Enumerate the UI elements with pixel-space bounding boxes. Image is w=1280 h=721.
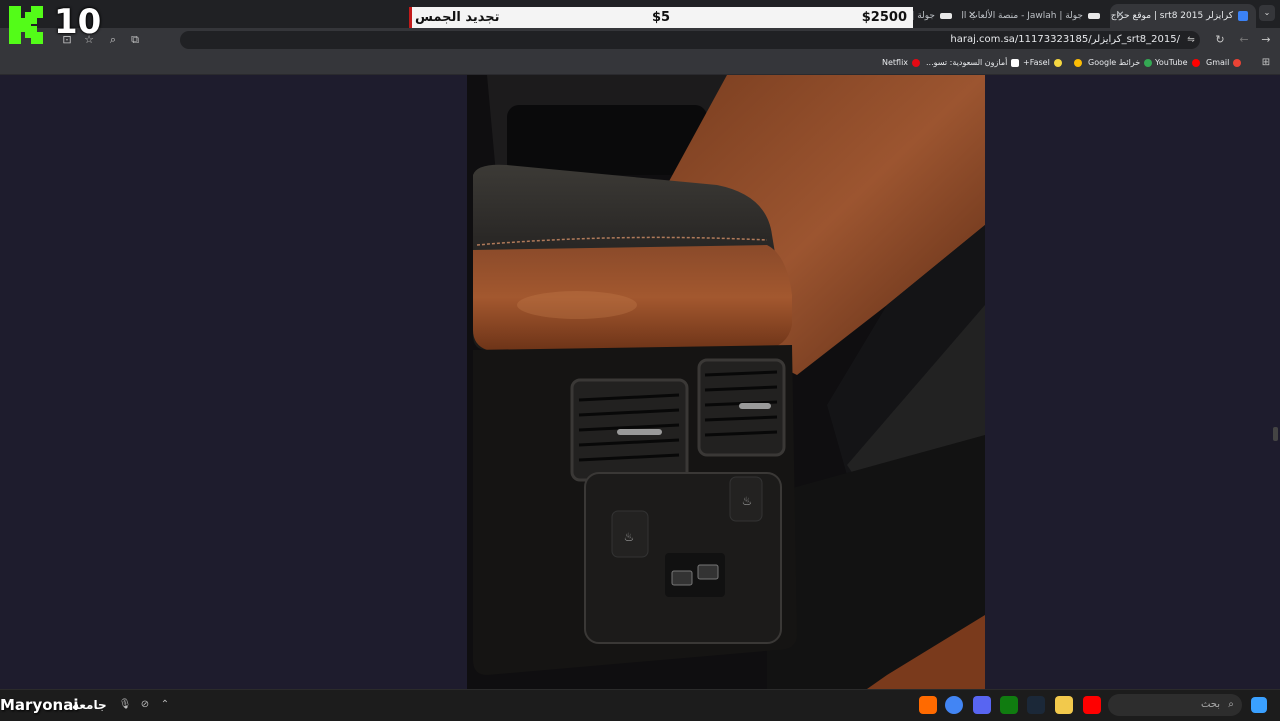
bookmark-chrome[interactable] [1070,56,1082,70]
install-app-icon[interactable]: ⧉ [128,33,142,47]
youtube-icon [1191,58,1200,67]
svg-text:♨: ♨ [624,530,635,544]
taskbar-search[interactable]: بحث ⌕ [1108,694,1242,716]
back-arrow-icon[interactable]: ← [1237,33,1251,47]
search-icon: ⌕ [1228,699,1234,710]
chrome-icon [1074,58,1082,67]
bookmark-amazon[interactable]: أمازون السعودية: تسو... [926,56,1020,70]
chrome-icon[interactable] [945,696,963,714]
apps-grid-icon[interactable]: ⊞ [1259,56,1273,70]
left-price: $2500 [861,10,907,25]
car-interior-illustration: ♨ ♨ [467,75,985,689]
jawlah-favicon-icon [1088,12,1100,19]
tray-expand-icon[interactable]: ⌃ [158,698,172,712]
jawlah-favicon-icon [940,12,952,19]
tab-jawlah[interactable]: جولة | Jawlah - منصة الألعاب ال... ✕ [962,4,1108,28]
zoom-icon[interactable]: ⌕ [106,33,120,47]
lightbulb-icon [1053,58,1062,67]
tab-list-button[interactable]: ⌄ [1259,5,1275,21]
bookmarks-bar: ⊞ Gmail YouTube خرائط Google Fasel+ أماز… [0,52,1280,75]
url-text: haraj.com.sa/11173323185/كرايزلر_srt8_20… [950,34,1180,45]
scrollbar[interactable] [1273,427,1278,441]
forward-arrow-icon[interactable]: → [1259,33,1273,47]
car-interior-photo[interactable]: ♨ ♨ [467,75,985,689]
tab-haraj[interactable]: كرايزلر srt8 2015 | موقع حراج ✕ [1110,4,1256,28]
tab-jawlah-2[interactable]: جولة | [912,4,960,28]
bookmark-netflix[interactable]: Netflix [882,56,921,70]
tab-title: كرايزلر srt8 2015 | موقع حراج [1110,11,1233,21]
bookmark-youtube[interactable]: YouTube [1155,56,1200,70]
tab-title: جولة | [912,11,935,21]
donation-price-bar: $2500 $5 تجديد الجمس [409,7,913,28]
amazon-icon [1011,58,1020,67]
steam-icon[interactable] [1027,696,1045,714]
microphone-icon[interactable]: 🎙 [118,698,132,712]
maps-pin-icon [1144,58,1153,67]
xbox-icon[interactable] [1000,696,1018,714]
tray-label: جامعه [72,698,107,712]
bookmark-gmail[interactable]: Gmail [1206,56,1242,70]
bookmark-google-maps[interactable]: خرائط Google [1088,56,1153,70]
tab-title: جولة | Jawlah - منصة الألعاب ال... [962,11,1083,21]
kick-logo-icon [9,6,43,44]
network-off-icon[interactable]: ⊘ [138,698,152,712]
search-placeholder: بحث [1200,699,1220,710]
mid-price: $5 [652,10,671,25]
netflix-icon [912,58,921,67]
windows-start-icon[interactable] [1251,697,1267,713]
discord-icon[interactable] [973,696,991,714]
svg-text:♨: ♨ [742,494,753,508]
youtube-app-icon[interactable] [1083,696,1101,714]
haraj-favicon-icon [1238,10,1248,21]
address-bar[interactable]: ⇋ haraj.com.sa/11173323185/كرايزلر_srt8_… [62,31,1200,49]
gmail-icon [1233,58,1242,67]
browser-toolbar: → ← ↻ ⇋ haraj.com.sa/11173323185/كرايزلر… [0,28,1280,52]
brave-icon[interactable] [919,696,937,714]
file-explorer-icon[interactable] [1055,696,1073,714]
page-content: ♨ ♨ [0,75,1280,689]
reload-icon[interactable]: ↻ [1213,33,1227,47]
streamer-name: Maryonai [0,696,79,714]
goal-label: تجديد الجمس [415,10,500,25]
countdown-timer: 10 [54,2,102,42]
close-tab-icon[interactable]: ✕ [1116,4,1124,28]
bookmark-fasel[interactable]: Fasel+ [1023,56,1062,70]
windows-taskbar: Maryonai جامعه 🎙 ⊘ ⌃ بحث ⌕ [0,689,1280,721]
close-tab-icon[interactable]: ✕ [968,4,976,28]
site-settings-icon[interactable]: ⇋ [1184,33,1198,47]
